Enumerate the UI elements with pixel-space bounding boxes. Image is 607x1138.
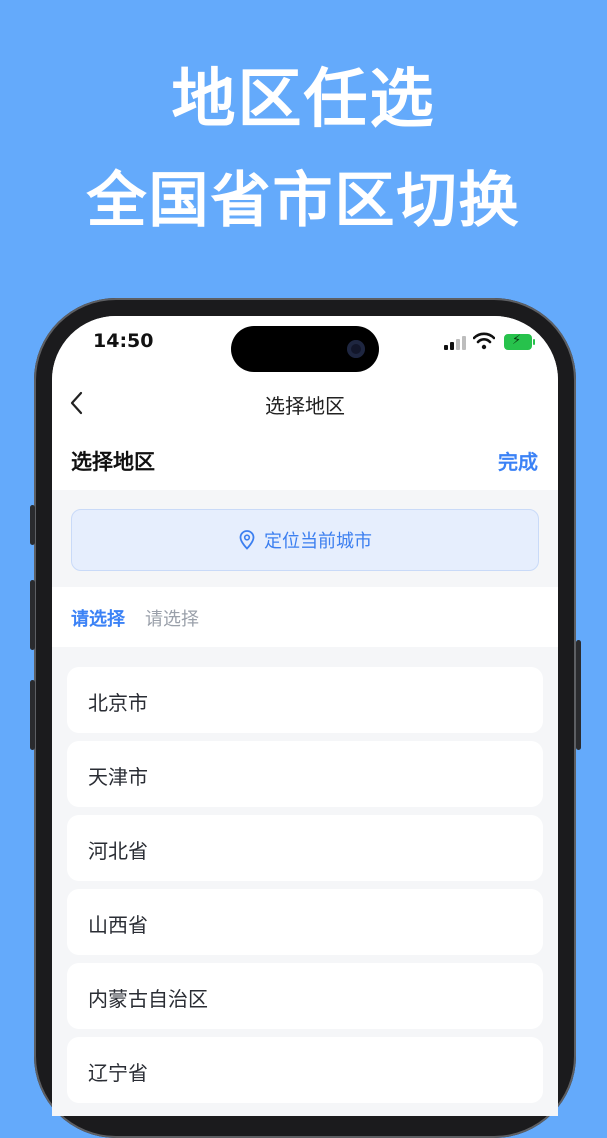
promo-subheadline: 全国省市区切换 xyxy=(86,166,521,236)
wifi-icon xyxy=(473,332,495,350)
region-label: 河北省 xyxy=(88,839,148,863)
done-button[interactable]: 完成 xyxy=(498,446,538,475)
nav-title: 选择地区 xyxy=(265,394,345,418)
list-item[interactable]: 山西省 xyxy=(67,889,543,955)
phone-side-button xyxy=(30,505,35,545)
section-header: 选择地区 完成 xyxy=(52,434,558,490)
region-label: 天津市 xyxy=(88,765,148,789)
nav-bar: 选择地区 xyxy=(52,378,558,434)
location-pin-icon xyxy=(239,530,255,550)
charging-bolt-icon: ⚡ xyxy=(512,333,522,348)
list-item[interactable]: 内蒙古自治区 xyxy=(67,963,543,1029)
camera-icon xyxy=(347,340,365,358)
phone-side-button xyxy=(30,580,35,650)
tab-level-2[interactable]: 请选择 xyxy=(145,605,199,631)
promo-headline: 地区任选 xyxy=(171,63,436,137)
list-item[interactable]: 辽宁省 xyxy=(67,1037,543,1103)
signal-icon xyxy=(444,336,468,350)
phone-side-button xyxy=(30,680,35,750)
phone-side-button xyxy=(576,640,581,750)
selection-tabs: 请选择 请选择 xyxy=(52,587,558,647)
locate-label: 定位当前城市 xyxy=(264,531,372,552)
region-label: 内蒙古自治区 xyxy=(88,987,208,1011)
list-item[interactable]: 北京市 xyxy=(67,667,543,733)
list-item[interactable]: 天津市 xyxy=(67,741,543,807)
header-title: 选择地区 xyxy=(71,450,155,474)
status-bar: 14:50 ⚡ xyxy=(52,316,558,378)
status-time: 14:50 xyxy=(93,330,154,352)
region-label: 山西省 xyxy=(88,913,148,937)
region-label: 辽宁省 xyxy=(88,1061,148,1085)
locate-current-city-button[interactable]: 定位当前城市 xyxy=(71,509,539,571)
dynamic-island xyxy=(231,326,379,372)
phone-screen: 14:50 ⚡ 选择地区 选择地区 完成 定位当前城市 请选择 请选择 北京市 … xyxy=(52,316,558,1116)
battery-icon: ⚡ xyxy=(504,333,535,350)
list-item[interactable]: 河北省 xyxy=(67,815,543,881)
tab-level-1[interactable]: 请选择 xyxy=(71,605,125,631)
region-label: 北京市 xyxy=(88,691,148,715)
